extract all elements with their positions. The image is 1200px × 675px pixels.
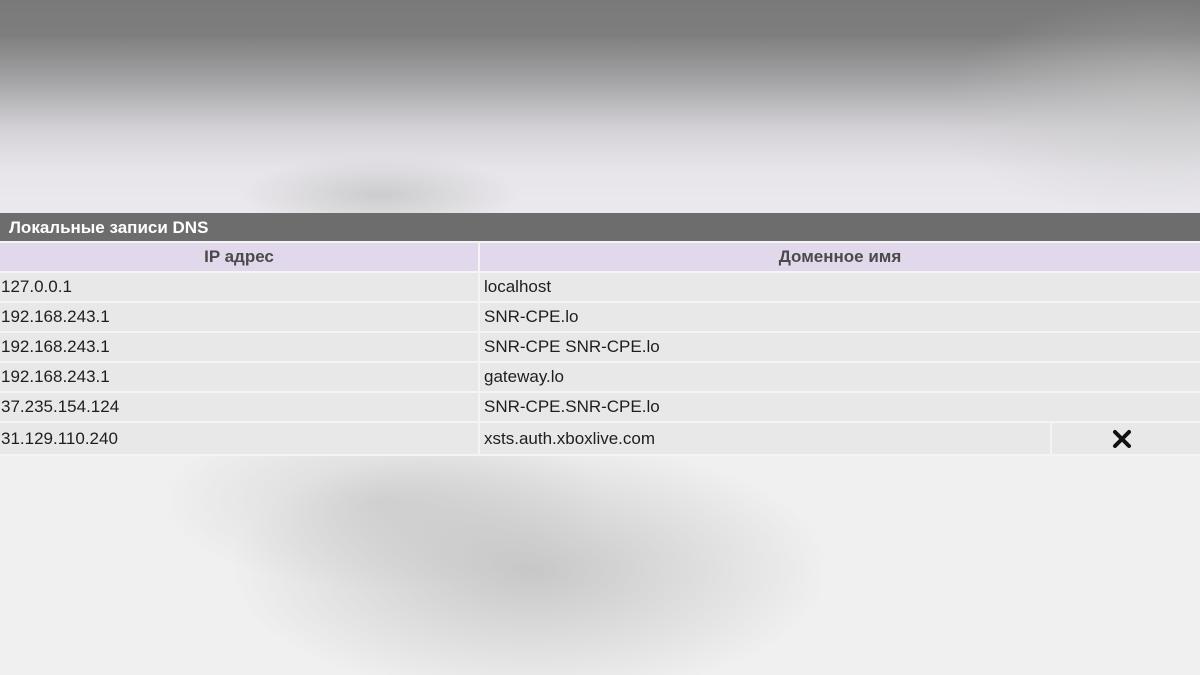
row-action-cell: [1050, 423, 1200, 456]
table-header-row: IP адрес Доменное имя: [0, 243, 1200, 273]
row-ip-cell: 31.129.110.240: [0, 423, 480, 456]
row-ip-cell: 192.168.243.1: [0, 333, 480, 363]
column-header-domain: Доменное имя: [480, 243, 1200, 273]
dns-records-table: IP адрес Доменное имя 127.0.0.1 localhos…: [0, 243, 1200, 456]
row-domain-cell: localhost: [480, 273, 1200, 303]
row-domain-cell: SNR-CPE.lo: [480, 303, 1200, 333]
blurred-header-area: [0, 0, 1200, 213]
column-header-ip: IP адрес: [0, 243, 480, 273]
row-ip-cell: 192.168.243.1: [0, 363, 480, 393]
section-title: Локальные записи DNS: [0, 213, 1200, 243]
row-ip-cell: 37.235.154.124: [0, 393, 480, 423]
page: Локальные записи DNS IP адрес Доменное и…: [0, 0, 1200, 675]
local-dns-section: Локальные записи DNS IP адрес Доменное и…: [0, 213, 1200, 456]
table-row: 192.168.243.1 gateway.lo: [0, 363, 1200, 393]
row-ip-cell: 192.168.243.1: [0, 303, 480, 333]
table-row: 37.235.154.124 SNR-CPE.SNR-CPE.lo: [0, 393, 1200, 423]
row-domain-cell: SNR-CPE.SNR-CPE.lo: [480, 393, 1200, 423]
delete-icon[interactable]: [1111, 428, 1133, 450]
row-domain-cell: gateway.lo: [480, 363, 1200, 393]
table-row: 31.129.110.240 xsts.auth.xboxlive.com: [0, 423, 1200, 456]
table-row: 192.168.243.1 SNR-CPE SNR-CPE.lo: [0, 333, 1200, 363]
table-row: 127.0.0.1 localhost: [0, 273, 1200, 303]
table-row: 192.168.243.1 SNR-CPE.lo: [0, 303, 1200, 333]
row-ip-cell: 127.0.0.1: [0, 273, 480, 303]
row-domain-cell: xsts.auth.xboxlive.com: [480, 423, 1050, 456]
row-domain-cell: SNR-CPE SNR-CPE.lo: [480, 333, 1200, 363]
